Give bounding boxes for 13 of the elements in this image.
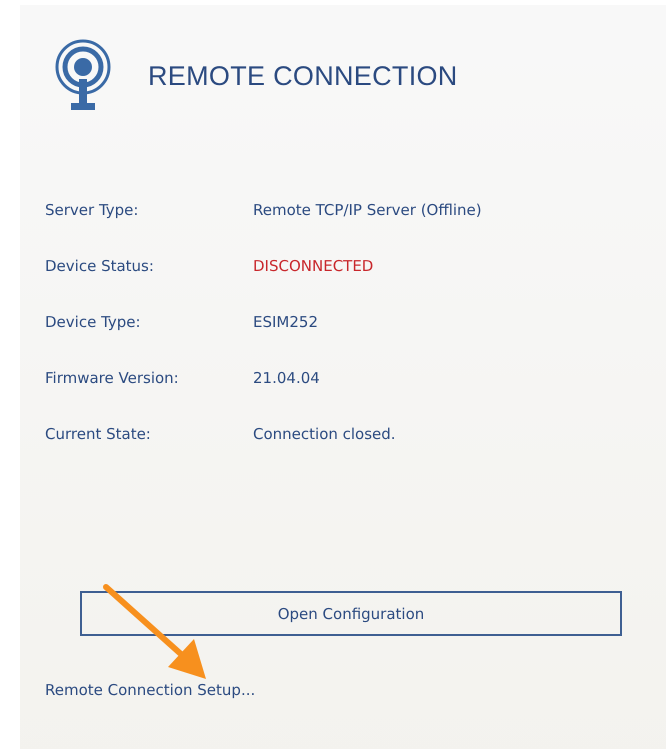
- field-label: Server Type:: [45, 200, 140, 221]
- setup-link[interactable]: Remote Connection Setup...: [45, 681, 256, 699]
- field-value: DISCONNECTED: [253, 256, 374, 277]
- page-title: REMOTE CONNECTION: [148, 60, 458, 92]
- field-label: Device Status:: [45, 256, 155, 277]
- field-value: Remote TCP/IP Server (Offline): [253, 200, 483, 221]
- field-value: Connection closed.: [253, 424, 397, 445]
- field-value: 21.04.04: [253, 368, 321, 389]
- field-label: Firmware Version:: [45, 368, 180, 389]
- field-value: ESIM252: [253, 312, 319, 333]
- field-label: Device Type:: [45, 312, 142, 333]
- open-configuration-button[interactable]: Open Configuration: [80, 591, 622, 636]
- field-label: Current State:: [45, 424, 152, 445]
